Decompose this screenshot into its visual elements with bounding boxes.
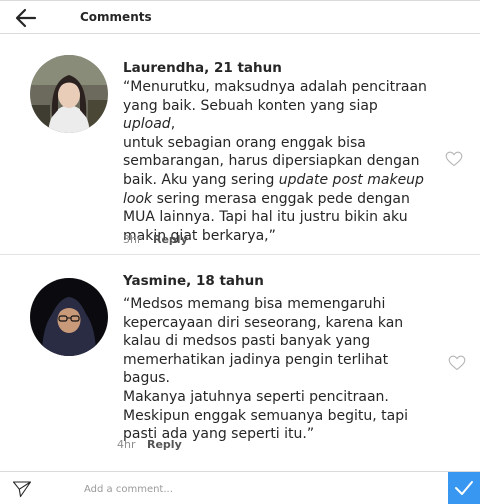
add-comment-input[interactable]	[82, 477, 436, 501]
comment-text-segment: memerhatikan jadinya pengin terlihat bag…	[123, 351, 389, 387]
avatar-photo	[30, 278, 108, 356]
comment-text-segment: sembarangan, harus dipersiapkan dengan	[123, 153, 420, 170]
comment-line: kepercayaan diri seseorang, karena kan	[123, 314, 433, 333]
comment-text-segment: kalau di medsos pasti banyak yang	[123, 333, 371, 350]
comment-line: MUA lainnya. Tapi hal itu justru bikin a…	[123, 208, 433, 227]
avatar-photo	[30, 55, 108, 133]
arrow-left-icon	[15, 8, 37, 28]
paper-plane-icon	[12, 481, 32, 498]
comment-author[interactable]: Laurendha, 21 tahun	[123, 60, 282, 76]
heart-outline-icon	[445, 151, 463, 167]
comment-line: baik. Aku yang sering update post makeup	[123, 171, 433, 190]
comment-line: sembarangan, harus dipersiapkan dengan	[123, 152, 433, 171]
comment-text-segment: “Medsos memang bisa memengaruhi	[123, 296, 386, 312]
comment-time: 4hr	[117, 438, 136, 451]
comment-line: look sering merasa enggak pede dengan	[123, 190, 433, 209]
comment-line: “Medsos memang bisa memengaruhi	[123, 295, 433, 314]
like-button[interactable]	[445, 151, 463, 167]
comment-line: untuk sebagian orang enggak bisa	[123, 134, 433, 153]
heart-outline-icon	[448, 355, 466, 371]
comment-line: kalau di medsos pasti banyak yang	[123, 332, 433, 351]
comment-text-segment: untuk sebagian orang enggak bisa	[123, 134, 366, 151]
comment-text-segment: “Menurutku, maksudnya adalah pencitraan	[123, 79, 427, 95]
comment-text-segment: baik. Aku yang sering	[123, 171, 279, 188]
comment-line: Makanya jatuhnya seperti pencitraan.	[123, 388, 433, 407]
comment-text-segment: kepercayaan diri seseorang, karena kan	[123, 314, 404, 331]
comment-divider	[0, 254, 480, 255]
comment-italic-segment: look	[123, 190, 153, 207]
comment-text-segment: yang baik. Sebuah konten yang siap	[123, 97, 378, 114]
back-button[interactable]	[14, 7, 38, 29]
comment-text-segment: ,	[170, 116, 176, 133]
comment-line: Meskipun enggak semuanya begitu, tapi	[123, 407, 433, 426]
comment-text: “Menurutku, maksudnya adalah pencitraan y…	[123, 78, 433, 245]
comment-text-segment: sering merasa enggak pede dengan	[152, 190, 410, 207]
comment-text: “Medsos memang bisa memengaruhi kepercaya…	[123, 295, 433, 444]
comment-time: 3hr	[123, 233, 142, 246]
comment-line: “Menurutku, maksudnya adalah pencitraan	[123, 78, 433, 97]
comment-composer	[0, 471, 480, 504]
comment-italic-segment: upload	[123, 116, 171, 133]
comment-line: memerhatikan jadinya pengin terlihat bag…	[123, 351, 433, 388]
post-comment-button[interactable]	[448, 472, 480, 504]
like-button[interactable]	[448, 355, 466, 371]
comment-text-segment: Makanya jatuhnya seperti pencitraan.	[123, 388, 389, 405]
send-button[interactable]	[12, 480, 32, 498]
reply-button[interactable]: Reply	[153, 233, 188, 246]
avatar-laurendha[interactable]	[30, 55, 108, 133]
header-bar: Comments	[0, 0, 480, 34]
avatar-yasmine[interactable]	[30, 278, 108, 356]
checkmark-icon	[455, 481, 473, 495]
comment-line: yang baik. Sebuah konten yang siap uploa…	[123, 97, 433, 134]
comment-text-segment: makin giat berkarya,”	[123, 227, 276, 244]
reply-button[interactable]: Reply	[147, 438, 182, 451]
comment-italic-segment: update post makeup	[278, 171, 424, 188]
comment-author[interactable]: Yasmine, 18 tahun	[123, 273, 264, 289]
comment-text-segment: Meskipun enggak semuanya begitu, tapi	[123, 407, 409, 424]
comment-text-segment: MUA lainnya. Tapi hal itu justru bikin a…	[123, 209, 408, 226]
page-title: Comments	[80, 10, 152, 24]
